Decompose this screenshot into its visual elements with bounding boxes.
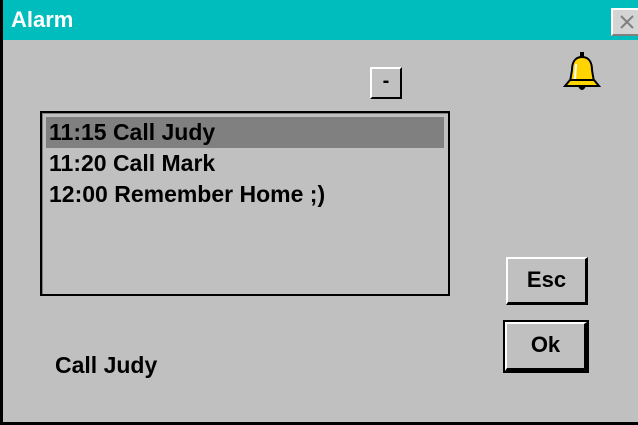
alarm-list[interactable]: 11:15 Call Judy 11:20 Call Mark 12:00 Re…: [40, 111, 450, 296]
alarm-list-item[interactable]: 12:00 Remember Home ;): [46, 179, 444, 210]
window-title: Alarm: [11, 7, 74, 32]
close-button[interactable]: [611, 8, 638, 36]
alarm-list-item[interactable]: 11:15 Call Judy: [46, 117, 444, 148]
alarm-list-item[interactable]: 11:20 Call Mark: [46, 148, 444, 179]
selected-alarm-text: Call Judy: [55, 352, 158, 378]
remove-alarm-button[interactable]: -: [370, 67, 402, 99]
esc-button[interactable]: Esc: [506, 257, 588, 305]
alarm-window: Alarm - 11:15 Call Judy 11:20 Call Mark …: [0, 0, 638, 425]
title-bar[interactable]: Alarm: [3, 0, 638, 40]
close-icon: [620, 15, 634, 29]
ok-button[interactable]: Ok: [503, 320, 589, 373]
bell-icon: [562, 52, 602, 90]
